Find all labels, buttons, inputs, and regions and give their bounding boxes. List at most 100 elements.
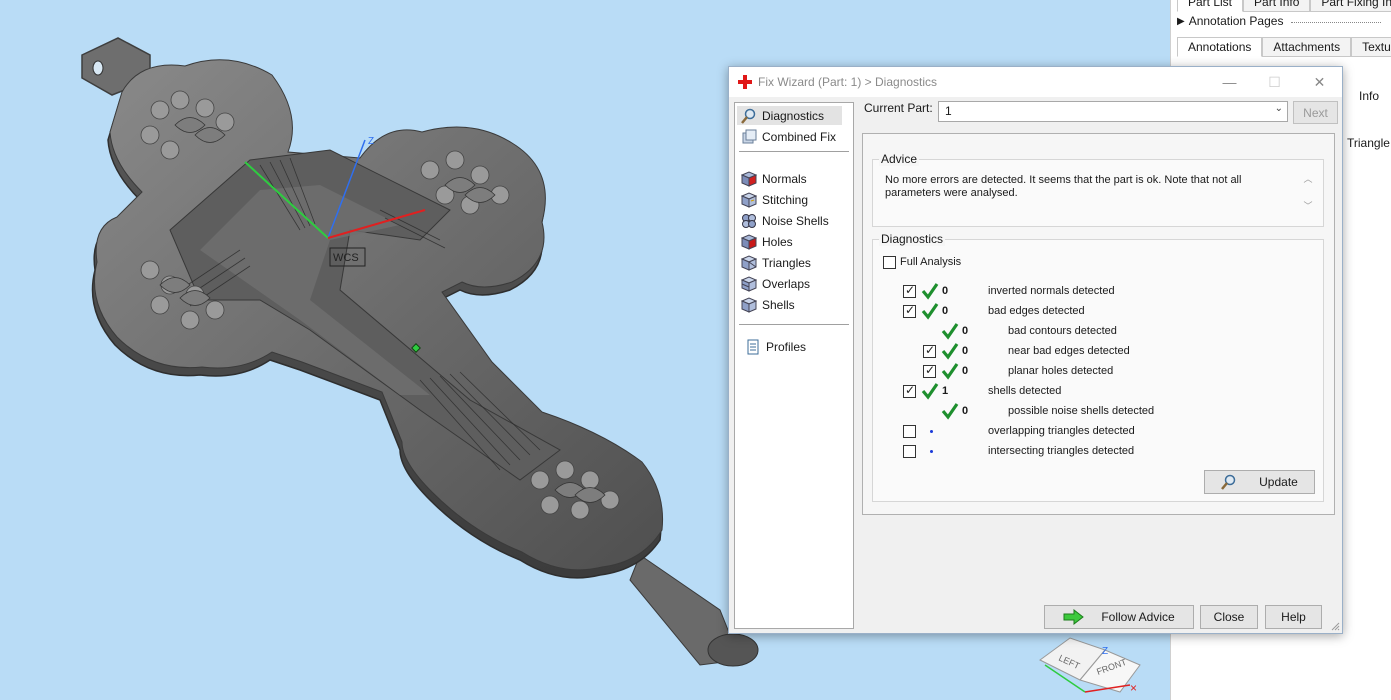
near-bad-edges-label: near bad edges detected (1008, 345, 1130, 357)
nav-label: Overlaps (762, 276, 811, 291)
update-button[interactable]: Update (1204, 470, 1315, 494)
bad-edges-checkbox[interactable] (903, 303, 916, 318)
nav-label: Triangles (762, 255, 811, 270)
planar-holes-count: 0 (962, 365, 969, 377)
follow-advice-button[interactable]: Follow Advice (1044, 605, 1194, 629)
normals-cube-icon (740, 170, 758, 187)
tab-attachments[interactable]: Attachments (1262, 37, 1352, 57)
diagnostics-panel: Advice No more errors are detected. It s… (862, 133, 1335, 515)
nav-label: Stitching (762, 192, 809, 207)
axis-z-label: Z (368, 136, 374, 147)
nav-item-noise-shells[interactable]: Noise Shells (741, 211, 829, 230)
top-tab-row: Part List Part Info Part Fixing Info (1177, 0, 1391, 12)
nav-item-normals[interactable]: Normals (740, 169, 807, 188)
nav-label: Diagnostics (762, 108, 825, 123)
full-analysis-option[interactable]: Full Analysis (883, 253, 961, 271)
stitching-cube-icon (740, 191, 758, 208)
bad-edges-label: bad edges detected (988, 305, 1085, 317)
full-analysis-checkbox[interactable] (883, 255, 896, 269)
svg-text:×: × (1130, 681, 1137, 695)
follow-advice-label: Follow Advice (1101, 610, 1175, 624)
green-check-icon (921, 383, 939, 400)
advice-group: Advice No more errors are detected. It s… (872, 152, 1324, 227)
view-cube[interactable]: LEFT FRONT Z × (1039, 637, 1141, 695)
next-button[interactable]: Next (1293, 101, 1338, 124)
green-arrow-right-icon (1063, 608, 1085, 626)
cube-z-label: Z (1102, 646, 1108, 657)
planar-holes-label: planar holes detected (1008, 365, 1114, 377)
intersecting-triangles-checkbox[interactable] (903, 445, 916, 458)
nav-item-holes[interactable]: Holes (740, 232, 793, 251)
inverted-normals-count: 0 (942, 285, 949, 297)
close-button[interactable]: Close (1200, 605, 1258, 629)
full-analysis-label: Full Analysis (900, 256, 962, 268)
update-label: Update (1259, 475, 1298, 489)
bad-contours-label: bad contours detected (1008, 325, 1117, 337)
green-check-icon (921, 283, 939, 300)
dialog-title: Fix Wizard (Part: 1) > Diagnostics (758, 75, 938, 89)
nav-item-profiles[interactable]: Profiles (745, 337, 806, 356)
diagnostics-group: Diagnostics Full Analysis 0 inverted nor… (872, 232, 1324, 502)
noise-shells-count: 0 (962, 405, 969, 417)
shells-checkbox[interactable] (903, 383, 916, 398)
wcs-label: WCS (333, 252, 359, 264)
inverted-normals-checkbox[interactable] (903, 283, 916, 298)
overlapping-triangles-checkbox[interactable] (903, 425, 916, 438)
green-check-icon (941, 363, 959, 380)
nav-item-diagnostics[interactable]: Diagnostics (737, 106, 842, 125)
nav-item-triangles[interactable]: Triangles (740, 253, 811, 272)
resize-grip-icon[interactable] (1330, 621, 1340, 631)
holes-cube-icon (740, 233, 758, 250)
advice-scrollbar[interactable]: ︿ ﹀ (1301, 172, 1315, 216)
nav-item-combined-fix[interactable]: Combined Fix (741, 127, 836, 146)
fix-wizard-dialog: Fix Wizard (Part: 1) > Diagnostics — ☐ ✕… (728, 66, 1343, 634)
nav-label: Normals (762, 171, 807, 186)
annotation-tab-row: Annotations Attachments Textures (1177, 37, 1391, 57)
not-analysed-dot (930, 450, 933, 453)
magnifier-icon (1221, 474, 1237, 490)
inverted-normals-label: inverted normals detected (988, 285, 1115, 297)
annotation-pages-label: Annotation Pages (1188, 14, 1284, 28)
not-analysed-dot (930, 430, 933, 433)
expand-triangle-icon: ▶ (1177, 15, 1185, 27)
close-window-button[interactable]: ✕ (1297, 67, 1342, 97)
overlapping-triangles-label: overlapping triangles detected (988, 425, 1135, 437)
scroll-up-icon[interactable]: ︿ (1301, 172, 1315, 185)
annotation-pages-expander[interactable]: ▶ Annotation Pages (1177, 14, 1382, 28)
dialog-titlebar[interactable]: Fix Wizard (Part: 1) > Diagnostics — ☐ ✕ (729, 67, 1342, 97)
info-column-label: Info (1359, 89, 1380, 103)
nav-separator (739, 151, 849, 152)
nav-item-shells[interactable]: Shells (740, 295, 795, 314)
scroll-down-icon[interactable]: ﹀ (1301, 199, 1315, 212)
magnifier-icon (741, 108, 757, 124)
noise-shells-icon (741, 213, 757, 229)
overlaps-cube-icon (740, 275, 758, 292)
tab-part-list[interactable]: Part List (1177, 0, 1244, 12)
advice-text: No more errors are detected. It seems th… (885, 174, 1242, 199)
tab-annotations[interactable]: Annotations (1177, 37, 1263, 57)
help-button[interactable]: Help (1265, 605, 1322, 629)
divider (1291, 21, 1382, 23)
tab-part-info[interactable]: Part Info (1243, 0, 1311, 12)
shells-count: 1 (942, 385, 949, 397)
nav-label: Holes (762, 234, 793, 249)
wizard-nav-list: Diagnostics Combined Fix Normals Stitchi… (734, 102, 854, 629)
near-bad-edges-count: 0 (962, 345, 969, 357)
nav-item-stitching[interactable]: Stitching (740, 190, 809, 209)
current-part-label: Current Part: (864, 101, 933, 115)
tab-part-fixing-info[interactable]: Part Fixing Info (1310, 0, 1391, 12)
nav-label: Combined Fix (762, 129, 837, 144)
nav-item-overlaps[interactable]: Overlaps (740, 274, 811, 293)
intersecting-triangles-label: intersecting triangles detected (988, 445, 1135, 457)
near-bad-edges-checkbox[interactable] (923, 343, 936, 358)
red-cross-icon (738, 75, 752, 89)
shells-cube-icon (740, 296, 758, 313)
tab-textures[interactable]: Textures (1351, 37, 1391, 57)
planar-holes-checkbox[interactable] (923, 363, 936, 378)
nav-label: Noise Shells (762, 213, 829, 228)
bad-contours-count: 0 (962, 325, 969, 337)
minimize-button[interactable]: — (1207, 67, 1252, 97)
maximize-button[interactable]: ☐ (1252, 67, 1297, 97)
current-part-value: 1 (945, 104, 952, 118)
current-part-select[interactable]: 1 ⌄ (938, 101, 1288, 122)
